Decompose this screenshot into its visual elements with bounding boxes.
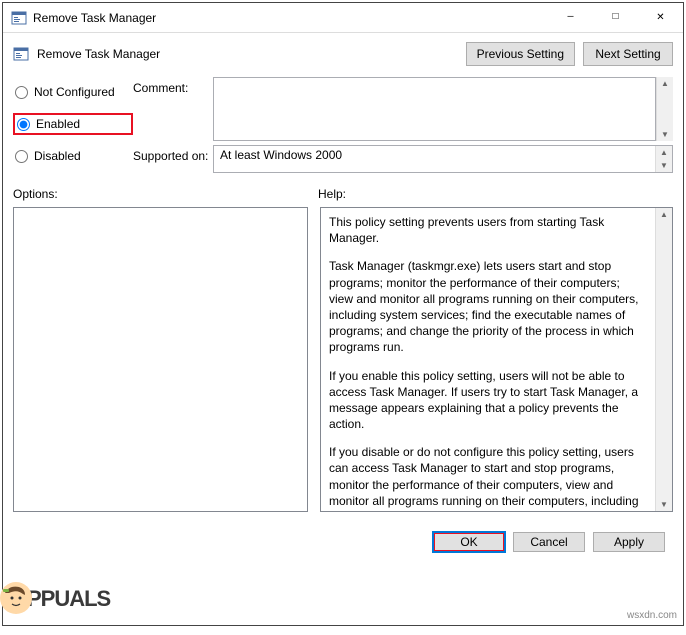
config-row: Not Configured Enabled Disabled Comment:… xyxy=(3,75,683,187)
supported-on-text: At least Windows 2000 xyxy=(214,146,655,172)
comment-textarea[interactable] xyxy=(213,77,656,141)
next-setting-button[interactable]: Next Setting xyxy=(583,42,673,66)
policy-icon xyxy=(13,46,29,62)
toolbar-title: Remove Task Manager xyxy=(37,47,458,61)
radio-disabled-input[interactable] xyxy=(15,150,28,163)
comment-scrollbar[interactable]: ▲ ▼ xyxy=(656,77,673,141)
scroll-down-icon[interactable]: ▼ xyxy=(660,159,668,172)
help-paragraph: If you disable or do not configure this … xyxy=(329,444,647,511)
comment-label: Comment: xyxy=(133,77,213,141)
close-button[interactable]: ✕ xyxy=(638,3,683,32)
radio-disabled-label: Disabled xyxy=(34,149,81,163)
apply-button[interactable]: Apply xyxy=(593,532,665,552)
dialog-buttons: OK Cancel Apply xyxy=(3,522,683,552)
supported-row: Supported on: At least Windows 2000 ▲ ▼ xyxy=(133,145,673,173)
help-paragraph: Task Manager (taskmgr.exe) lets users st… xyxy=(329,258,647,355)
help-paragraph: This policy setting prevents users from … xyxy=(329,214,647,246)
radio-not-configured[interactable]: Not Configured xyxy=(13,83,133,101)
radio-not-configured-label: Not Configured xyxy=(34,85,115,99)
options-panel xyxy=(13,207,308,512)
titlebar: Remove Task Manager — □ ✕ xyxy=(3,3,683,33)
comment-row: Comment: ▲ ▼ xyxy=(133,77,673,141)
previous-setting-button[interactable]: Previous Setting xyxy=(466,42,575,66)
help-panel: This policy setting prevents users from … xyxy=(320,207,673,512)
panels-row: This policy setting prevents users from … xyxy=(3,201,683,522)
policy-icon xyxy=(11,10,27,26)
radio-not-configured-input[interactable] xyxy=(15,86,28,99)
scroll-down-icon[interactable]: ▼ xyxy=(661,128,669,141)
scroll-up-icon[interactable]: ▲ xyxy=(660,208,668,221)
maximize-button[interactable]: □ xyxy=(593,3,638,32)
toolbar: Remove Task Manager Previous Setting Nex… xyxy=(3,33,683,75)
help-label: Help: xyxy=(318,187,346,201)
policy-dialog: Remove Task Manager — □ ✕ Remove Task Ma… xyxy=(2,2,684,626)
ok-button[interactable]: OK xyxy=(433,532,505,552)
scroll-down-icon[interactable]: ▼ xyxy=(660,498,668,511)
cancel-button[interactable]: Cancel xyxy=(513,532,585,552)
watermark-logo: PPUALS xyxy=(0,581,110,619)
radio-enabled[interactable]: Enabled xyxy=(13,113,133,135)
source-url: wsxdn.com xyxy=(627,610,677,621)
supported-scrollbar[interactable]: ▲ ▼ xyxy=(655,146,672,172)
help-scrollbar[interactable]: ▲ ▼ xyxy=(655,208,672,511)
options-label: Options: xyxy=(13,187,318,201)
help-paragraph: If you enable this policy setting, users… xyxy=(329,368,647,433)
minimize-button[interactable]: — xyxy=(548,3,593,32)
scroll-up-icon[interactable]: ▲ xyxy=(660,146,668,159)
supported-label: Supported on: xyxy=(133,145,213,173)
state-radio-group: Not Configured Enabled Disabled xyxy=(13,77,133,177)
watermark-text: PPUALS xyxy=(27,586,110,611)
radio-enabled-input[interactable] xyxy=(17,118,30,131)
section-labels: Options: Help: xyxy=(3,187,683,201)
radio-enabled-label: Enabled xyxy=(36,117,80,131)
window-title: Remove Task Manager xyxy=(33,11,548,25)
fields-column: Comment: ▲ ▼ Supported on: At least Wind… xyxy=(133,77,673,177)
radio-disabled[interactable]: Disabled xyxy=(13,147,133,165)
window-controls: — □ ✕ xyxy=(548,3,683,32)
avatar-icon xyxy=(0,581,33,615)
scroll-up-icon[interactable]: ▲ xyxy=(661,77,669,90)
help-content[interactable]: This policy setting prevents users from … xyxy=(321,208,655,511)
